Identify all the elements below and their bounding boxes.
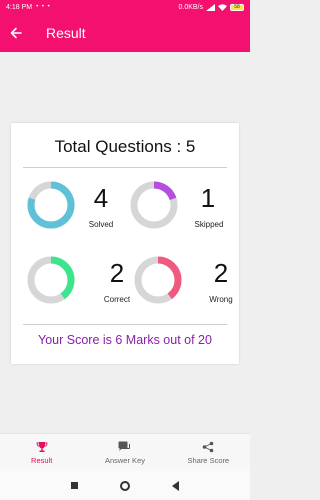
- battery-icon: 58: [230, 3, 244, 11]
- net-speed: 0.0KB/s: [178, 3, 203, 11]
- solved-ring: [27, 181, 75, 229]
- nav-answer-key-label: Answer Key: [104, 455, 145, 465]
- stat-correct: 2 Correct: [25, 254, 135, 314]
- stat-solved: 4 Solved: [25, 179, 135, 239]
- app-bar: Result: [0, 14, 250, 52]
- nav-result[interactable]: Result: [0, 434, 83, 471]
- back-system-button[interactable]: [172, 480, 179, 491]
- skipped-ring: [130, 181, 178, 229]
- stat-skipped: 1 Skipped: [128, 179, 238, 239]
- divider-top: [23, 167, 227, 168]
- nav-answer-key[interactable]: Answer Key: [83, 434, 166, 471]
- solved-label: Solved: [88, 220, 114, 229]
- stat-wrong: 2 Wrong: [132, 254, 242, 314]
- share-icon: [203, 441, 214, 452]
- status-bar: 4:18 PM • • • 0.0KB/s 58: [0, 0, 250, 14]
- skipped-label: Skipped: [194, 220, 224, 229]
- nav-share-score[interactable]: Share Score: [167, 434, 250, 471]
- home-button[interactable]: [120, 480, 130, 491]
- nav-result-label: Result: [31, 455, 53, 465]
- skipped-count: 1: [200, 183, 216, 213]
- trophy-icon: [36, 441, 48, 452]
- status-time: 4:18 PM: [6, 3, 33, 11]
- wrong-count: 2: [213, 258, 229, 288]
- signal-icon: [206, 3, 215, 11]
- chat-icon: [118, 441, 131, 451]
- system-nav-bar: [0, 471, 250, 500]
- total-questions: Total Questions : 5: [54, 137, 196, 156]
- score-summary: Your Score is 6 Marks out of 20: [38, 333, 212, 347]
- wrong-label: Wrong: [209, 295, 233, 304]
- nav-share-score-label: Share Score: [187, 455, 230, 465]
- correct-ring: [27, 256, 75, 304]
- bottom-nav: Result Answer Key Share Score: [0, 433, 250, 471]
- back-button[interactable]: [6, 23, 26, 43]
- wifi-icon: [218, 3, 227, 11]
- arrow-back-icon: [10, 27, 22, 39]
- notification-dots: • • •: [36, 4, 51, 10]
- solved-count: 4: [93, 183, 109, 213]
- divider-bottom: [23, 324, 227, 325]
- wrong-ring: [134, 256, 182, 304]
- correct-count: 2: [109, 258, 125, 288]
- result-card: Total Questions : 5 4 Solved 1 Skipped 2…: [11, 123, 239, 364]
- page-title: Result: [46, 25, 86, 41]
- status-right: 0.0KB/s 58: [178, 3, 244, 11]
- recents-button[interactable]: [71, 482, 78, 489]
